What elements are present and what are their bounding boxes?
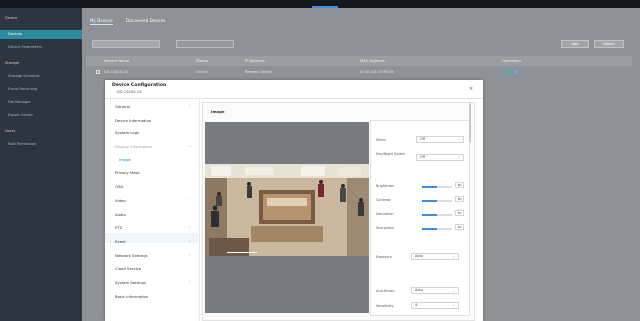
menu-item-general[interactable]: General (115, 104, 130, 109)
saturation-slider[interactable] (422, 214, 452, 216)
menu-item-audio[interactable]: Audio (115, 212, 126, 217)
dialog-title: Device Configuration (112, 83, 167, 88)
mirror-select[interactable]: Off ⌄ (416, 136, 464, 143)
menu-item-ptz[interactable]: PTZ (115, 225, 122, 230)
column-ip-address: IP Address (245, 58, 265, 63)
row-ip: Remote Device (245, 70, 273, 74)
sharpness-label: Sharpness (376, 226, 394, 230)
antiflicker-value: Auto (415, 288, 423, 292)
chevron-right-icon: › (189, 239, 191, 243)
sharpness-value[interactable]: 50 (455, 224, 464, 230)
menu-item-osd[interactable]: OSD (115, 184, 123, 189)
chevron-down-icon: ⌄ (457, 155, 460, 159)
chevron-right-icon: › (189, 225, 191, 229)
column-mac-address: MAC Address (360, 58, 385, 63)
menu-item-image[interactable]: Image (119, 157, 131, 162)
tab-my-devices[interactable]: My Devices (90, 18, 113, 25)
brightness-slider[interactable] (422, 186, 452, 188)
sidebar-item-export-center[interactable]: Export Center (0, 111, 82, 120)
saturation-value[interactable]: 50 (455, 210, 464, 216)
exposure-select[interactable]: Auto ⌄ (411, 253, 459, 260)
chevron-right-icon: › (189, 198, 191, 202)
chevron-right-icon: › (189, 253, 191, 257)
menu-item-basic-information[interactable]: Basic Information (115, 294, 148, 299)
sharpness-slider-fill (422, 228, 437, 230)
tab-discovered-devices[interactable]: Discovered Devices (126, 18, 165, 23)
filter-dropdown[interactable] (176, 40, 234, 48)
column-device-name: Device Name (104, 58, 130, 63)
row-status: Online (196, 70, 208, 74)
contrast-slider[interactable] (422, 200, 452, 202)
device-table-header (86, 56, 632, 66)
panel-title: Image (211, 109, 225, 114)
sidebar-group-device: Device (5, 16, 18, 20)
daynight-label: Day/Night Switch (376, 152, 406, 156)
delete-icon[interactable] (514, 70, 518, 74)
brightness-slider-fill (422, 186, 437, 188)
daynight-select[interactable]: Off ⌄ (416, 154, 464, 161)
sidebar-item-device-parameters[interactable]: Device Parameters (0, 43, 82, 52)
top-bar (0, 0, 640, 8)
sensitivity-value: 4 (415, 303, 418, 307)
antiflicker-label: Anti-flicker (376, 289, 395, 293)
add-button[interactable]: Add (561, 40, 589, 48)
sensitivity-label: Sensitivity (376, 304, 394, 308)
saturation-label: Saturation (376, 212, 394, 216)
mirror-value: Off (420, 137, 425, 141)
row-device-name: DS-CS400-1X (104, 70, 129, 74)
sidebar-item-file-manager[interactable]: File Manager (0, 98, 82, 107)
menu-item-device-information[interactable]: Device Information (115, 118, 151, 123)
chevron-right-icon: › (189, 280, 191, 284)
menu-item-system-settings[interactable]: System Settings (115, 280, 146, 285)
sidebar-item-role-permission[interactable]: Role Permission (0, 140, 82, 149)
brightness-label: Brightness (376, 184, 395, 188)
menu-item-display-information[interactable]: Display Information (115, 144, 152, 149)
menu-item-network-settings[interactable]: Network Settings (115, 253, 148, 258)
brightness-value[interactable]: 50 (455, 182, 464, 188)
menu-divider (199, 98, 200, 321)
device-configuration-dialog: Device Configuration DS-CS400-1X × Gener… (105, 80, 483, 321)
menu-item-privacy-mask[interactable]: Privacy Mask (115, 170, 140, 175)
column-operation: Operation (502, 58, 521, 63)
contrast-label: Contrast (376, 198, 391, 202)
row-checkbox[interactable] (96, 70, 100, 74)
sidebar: Device Devices Device Parameters Storage… (0, 8, 82, 321)
chevron-down-icon: ⌄ (452, 254, 455, 258)
table-row[interactable] (86, 67, 632, 77)
row-mac: 00:0C:43:72:6E:35 (360, 70, 394, 74)
camera-image (205, 164, 369, 256)
chevron-down-icon: ⌄ (452, 303, 455, 307)
sidebar-group-storage: Storage (5, 61, 20, 65)
sharpness-slider[interactable] (422, 228, 452, 230)
saturation-slider-fill (422, 214, 437, 216)
menu-item-video[interactable]: Video (115, 198, 126, 203)
daynight-value: Off (420, 155, 425, 159)
sidebar-group-users: Users (5, 129, 16, 133)
chevron-down-icon: ⌄ (457, 137, 460, 141)
exposure-label: Exposure (376, 255, 392, 259)
close-icon[interactable]: × (469, 86, 473, 92)
sidebar-item-devices[interactable]: Devices (0, 30, 82, 39)
chevron-right-icon: › (189, 104, 191, 108)
column-status: Status (196, 58, 209, 63)
chevron-down-icon: ⌄ (452, 288, 455, 292)
sensitivity-select[interactable]: 4 ⌄ (411, 302, 459, 309)
sidebar-item-storage-schedule[interactable]: Storage Schedule (0, 72, 82, 81)
menu-item-cloud-service[interactable]: Cloud Service (115, 266, 141, 271)
contrast-value[interactable]: 50 (455, 196, 464, 202)
search-input[interactable] (92, 40, 160, 48)
delete-button[interactable]: Delete (594, 40, 624, 48)
settings-icon[interactable] (506, 70, 510, 74)
mirror-label: Mirror (376, 138, 386, 142)
sidebar-item-event-recording[interactable]: Event Recording (0, 85, 82, 94)
chevron-down-icon: ⌄ (189, 144, 193, 148)
contrast-slider-fill (422, 200, 437, 202)
dialog-device-name: DS-CS400-1X (117, 90, 142, 94)
menu-item-system-logs[interactable]: System Logs (115, 130, 139, 135)
exposure-value: Auto (415, 254, 423, 258)
menu-item-event[interactable]: Event (115, 239, 126, 244)
dialog-header-divider (105, 98, 483, 99)
antiflicker-select[interactable]: Auto ⌄ (411, 287, 459, 294)
controls-scrollbar[interactable] (469, 103, 471, 143)
